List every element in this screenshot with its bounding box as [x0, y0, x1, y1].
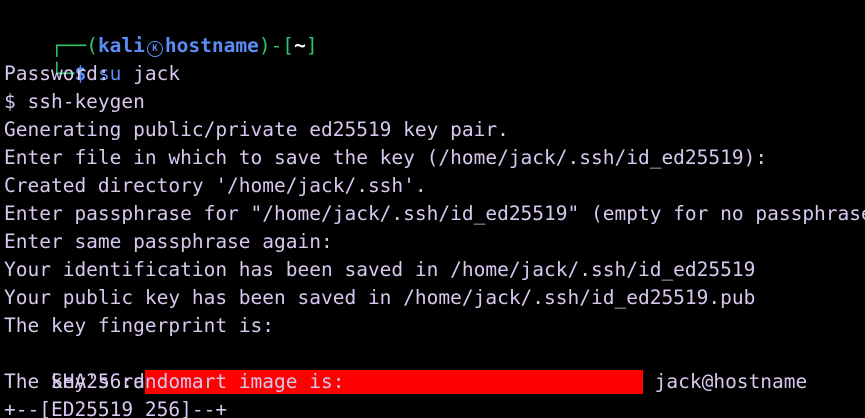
output-line: The key fingerprint is:	[4, 314, 275, 337]
terminal-window[interactable]: ▔ ┌──(kaliKhostname)-[~] └─$ su jack Pas…	[0, 0, 865, 418]
output-line: The key's randomart image is:	[4, 370, 345, 393]
output-line: Enter file in which to save the key (/ho…	[4, 146, 768, 169]
fingerprint-suffix: jack@hostname	[642, 370, 808, 393]
prompt-header-line: ┌──(kali Khostname)-[~]	[4, 4, 318, 57]
output-line: Created directory '/home/jack/.ssh'.	[4, 174, 427, 197]
output-line: Your public key has been saved in /home/…	[4, 286, 756, 309]
prompt-cwd: ~	[294, 34, 306, 57]
prompt-command-line: └─$ su jack	[4, 32, 180, 85]
output-line: Password:	[4, 62, 110, 85]
output-line: Enter passphrase for "/home/jack/.ssh/id…	[4, 202, 865, 225]
randomart-header: +--[ED25519 256]--+	[4, 398, 228, 418]
command-args: jack	[121, 62, 181, 85]
prompt-close-paren: )-[	[258, 34, 295, 57]
prompt-close-bracket: ]	[305, 34, 318, 57]
output-line: Your identification has been saved in /h…	[4, 258, 756, 281]
output-line: Enter same passphrase again:	[4, 230, 333, 253]
fingerprint-line: SHA256:d jack@hostname	[4, 340, 807, 394]
output-line: Generating public/private ed25519 key pa…	[4, 118, 509, 141]
output-line: $ ssh-keygen	[4, 90, 145, 113]
